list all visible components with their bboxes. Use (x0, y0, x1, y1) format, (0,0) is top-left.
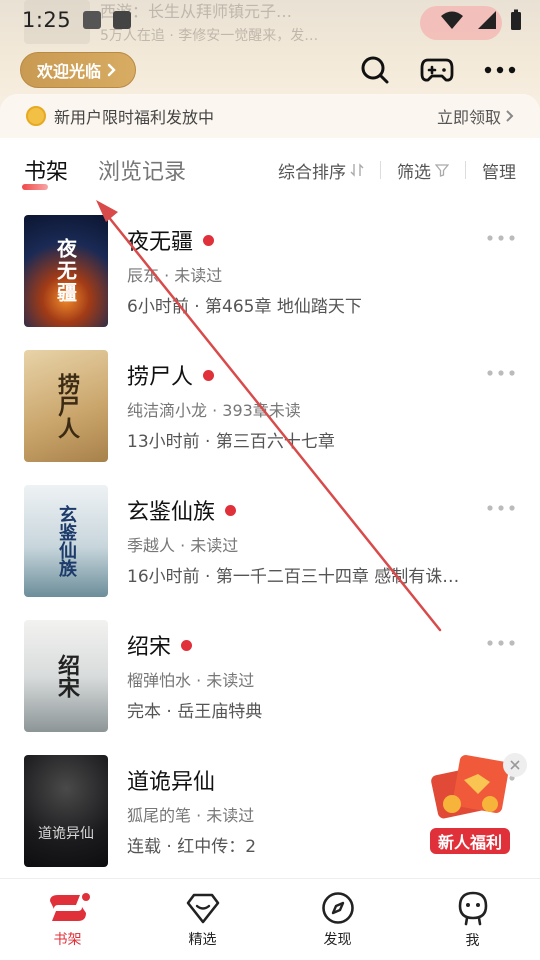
nav-label: 精选 (188, 931, 217, 948)
cover-title: 道诡异仙 (38, 826, 94, 842)
book-title-text: 捞尸人 (127, 365, 194, 390)
shelf-tools: 综合排序 筛选 管理 (278, 158, 516, 183)
nav-discover[interactable]: 发现 (270, 879, 405, 960)
battery-icon (511, 9, 521, 30)
chevron-right-icon (506, 110, 514, 122)
app-notification-icon (113, 11, 132, 29)
status-time: 1:25 (22, 8, 72, 32)
diamond-icon (186, 893, 219, 923)
book-progress: 6小时前 · 第465章 地仙踏天下 (127, 297, 362, 317)
book-title-text: 道诡异仙 (127, 770, 216, 795)
profile-icon (458, 891, 487, 925)
book-title-text: 玄鉴仙族 (127, 500, 216, 525)
update-dot (181, 639, 193, 651)
shelf-tabs: 书架 浏览记录 综合排序 筛选 管理 (0, 138, 540, 202)
book-progress: 13小时前 · 第三百六十七章 (127, 432, 335, 452)
tab-history[interactable]: 浏览记录 (98, 154, 186, 186)
filter-label: 筛选 (397, 162, 431, 183)
benefit-text: 新用户限时福利发放中 (54, 108, 215, 127)
coin-icon (26, 106, 46, 126)
nav-bookshelf[interactable]: 书架 (0, 879, 135, 960)
close-badge-button[interactable] (503, 753, 527, 777)
update-dot (203, 369, 215, 381)
book-progress: 完本 · 岳王庙特典 (127, 702, 263, 722)
book-cover[interactable]: 绍宋 (24, 620, 108, 732)
search-icon[interactable] (360, 55, 390, 85)
bookshelf-icon (49, 892, 90, 921)
book-meta: 纯洁滴小龙 · 393章未读 (127, 401, 301, 420)
book-cover[interactable]: 玄鉴仙族 (24, 485, 108, 597)
nav-label: 书架 (53, 931, 82, 948)
book-title: 夜无疆 (127, 224, 215, 256)
sort-button[interactable]: 综合排序 (278, 158, 364, 183)
book-title: 绍宋 (127, 629, 193, 661)
header-actions (360, 52, 516, 88)
book-title: 玄鉴仙族 (127, 494, 237, 526)
book-item[interactable]: 夜无疆 夜无疆 辰东 · 未读过 6小时前 · 第465章 地仙踏天下 (0, 212, 540, 347)
book-title-text: 夜无疆 (127, 230, 194, 255)
cover-title: 夜无疆 (53, 238, 78, 304)
claim-now-label: 立即领取 (436, 108, 501, 127)
more-icon[interactable] (486, 234, 516, 242)
claim-now-link[interactable]: 立即领取 (437, 104, 514, 128)
filter-icon (435, 164, 449, 177)
divider (380, 161, 381, 179)
cover-title: 玄鉴仙族 (56, 505, 77, 577)
more-icon[interactable] (486, 504, 516, 512)
book-progress: 16小时前 · 第一千二百三十四章 感制有诛… (127, 567, 460, 587)
nav-label: 我 (465, 932, 480, 949)
bottom-navigation: 书架 精选 发现 我 (0, 878, 540, 960)
divider (465, 161, 466, 179)
book-item[interactable]: 捞尸人 捞尸人 纯洁滴小龙 · 393章未读 13小时前 · 第三百六十七章 (0, 347, 540, 482)
book-title: 捞尸人 (127, 359, 215, 391)
book-cover[interactable]: 捞尸人 (24, 350, 108, 462)
tab-bookshelf[interactable]: 书架 (21, 154, 68, 190)
more-icon[interactable] (486, 639, 516, 647)
close-icon (510, 760, 520, 770)
book-meta: 辰东 · 未读过 (127, 266, 223, 285)
book-item[interactable]: 绍宋 绍宋 榴弹怕水 · 未读过 完本 · 岳王庙特典 (0, 617, 540, 752)
update-dot (225, 504, 237, 516)
wifi-icon (441, 11, 463, 29)
gamepad-icon[interactable] (420, 56, 454, 84)
more-icon[interactable] (484, 66, 516, 74)
cover-title: 绍宋 (54, 654, 79, 698)
nav-profile[interactable]: 我 (405, 879, 540, 960)
new-user-benefit-label: 新人福利 (428, 826, 512, 856)
book-item[interactable]: 玄鉴仙族 玄鉴仙族 季越人 · 未读过 16小时前 · 第一千二百三十四章 感制… (0, 482, 540, 617)
update-dot (203, 234, 215, 246)
cover-title: 捞尸人 (54, 373, 79, 439)
book-meta: 榴弹怕水 · 未读过 (127, 671, 255, 690)
status-bar: 1:25 (0, 0, 540, 40)
book-meta: 季越人 · 未读过 (127, 536, 239, 555)
gallery-notification-icon (83, 11, 102, 29)
signal-icon (478, 11, 496, 29)
book-title: 道诡异仙 (127, 764, 215, 796)
sort-icon (350, 163, 364, 177)
book-title-text: 绍宋 (127, 635, 172, 660)
nav-label: 发现 (323, 931, 352, 948)
sort-label: 综合排序 (278, 162, 346, 183)
manage-button[interactable]: 管理 (482, 158, 516, 183)
nav-featured[interactable]: 精选 (135, 879, 270, 960)
book-meta: 狐尾的笔 · 未读过 (127, 806, 255, 825)
new-user-benefit-bar[interactable]: 新用户限时福利发放中 立即领取 (0, 94, 540, 138)
more-icon[interactable] (486, 369, 516, 377)
chevron-right-icon (107, 63, 116, 77)
welcome-label: 欢迎光临 (37, 62, 102, 81)
book-cover[interactable]: 道诡异仙 (24, 755, 108, 867)
compass-icon (321, 891, 354, 924)
welcome-button[interactable]: 欢迎光临 (20, 52, 137, 88)
manage-label: 管理 (482, 162, 516, 183)
book-cover[interactable]: 夜无疆 (24, 215, 108, 327)
filter-button[interactable]: 筛选 (397, 158, 449, 183)
